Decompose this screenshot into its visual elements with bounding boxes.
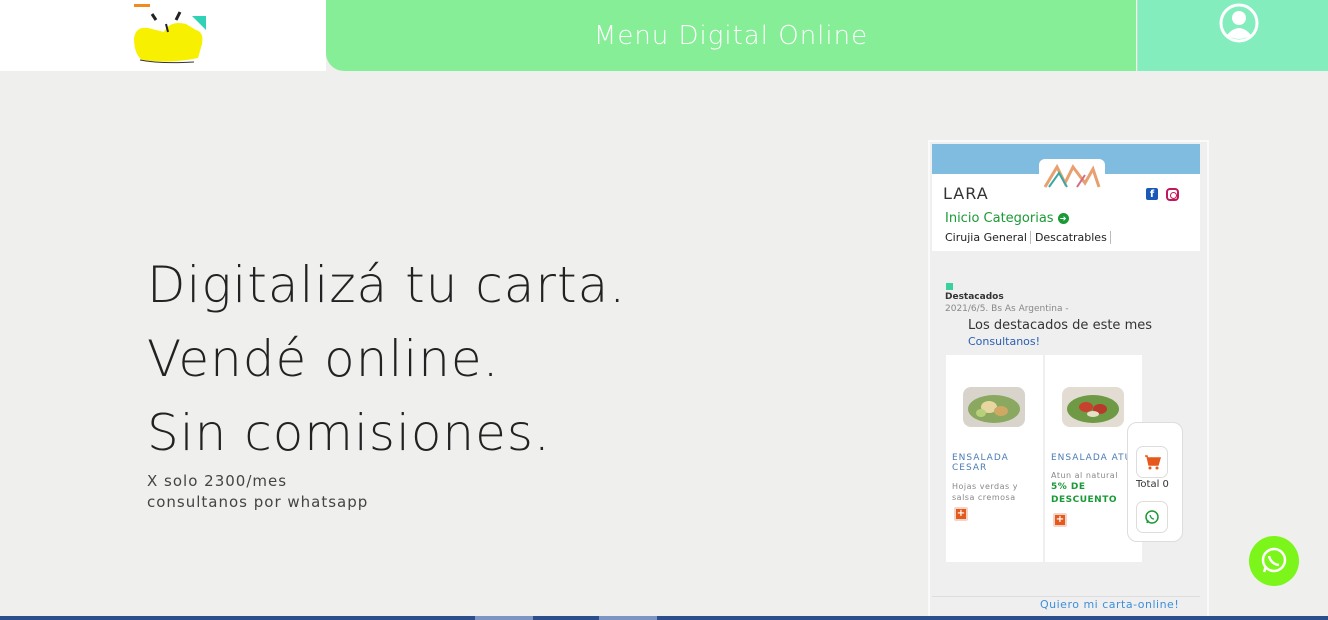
whatsapp-icon <box>1145 510 1159 524</box>
product-image <box>1062 387 1124 427</box>
header-logo-area <box>0 0 326 71</box>
featured-label: Destacados <box>945 292 1004 302</box>
product-card[interactable]: ENSALADA CESAR Hojas verdas y salsa crem… <box>946 355 1043 562</box>
preview-nav[interactable]: Inicio Categorias ➜ <box>945 211 1069 226</box>
preview-footer-divider <box>932 596 1200 597</box>
whatsapp-icon <box>1261 547 1287 573</box>
hero-headline-3: Sin comisiones. <box>147 404 551 462</box>
category-link[interactable]: Cirujia General <box>945 231 1031 244</box>
bottom-tab[interactable] <box>475 616 533 620</box>
user-area <box>1137 0 1328 71</box>
preview-footer-link[interactable]: Quiero mi carta-online! <box>1040 598 1179 611</box>
header-title-bar: Menu Digital Online <box>326 0 1136 71</box>
hero-contact: consultanos por whatsapp <box>147 493 369 511</box>
product-description: Atun al natural <box>1051 471 1118 480</box>
preview-categories: Cirujia General Descatrables <box>945 231 1115 244</box>
hero-price: X solo 2300/mes <box>147 472 288 490</box>
page-title: Menu Digital Online <box>593 20 869 51</box>
bottom-tab[interactable] <box>599 616 657 620</box>
bottom-bar <box>0 616 1328 620</box>
category-link[interactable]: Descatrables <box>1035 231 1111 244</box>
hero-headline-1: Digitalizá tu carta. <box>147 256 627 314</box>
product-image <box>963 387 1025 427</box>
cart-total: Total 0 <box>1136 479 1169 490</box>
featured-link[interactable]: Consultanos! <box>968 335 1040 348</box>
store-name: LARA <box>943 184 989 203</box>
add-to-cart-icon[interactable] <box>954 507 968 521</box>
featured-date: 2021/6/5. Bs As Argentina - <box>945 304 1069 314</box>
menu-preview: LARA f Inicio Categorias ➜ Cirujia Gener… <box>928 140 1209 620</box>
cart-widget: Total 0 <box>1127 422 1183 542</box>
brand-logo[interactable] <box>130 2 210 66</box>
featured-title: Los destacados de este mes <box>968 318 1152 333</box>
facebook-icon[interactable]: f <box>1146 188 1158 200</box>
whatsapp-float-button[interactable] <box>1249 536 1299 586</box>
add-to-cart-icon[interactable] <box>1053 513 1067 527</box>
product-name: ENSALADA CESAR <box>952 453 1009 473</box>
hero-headline-2: Vendé online. <box>147 330 500 388</box>
instagram-icon[interactable] <box>1166 188 1179 201</box>
preview-nav-label: Inicio Categorias <box>945 211 1054 226</box>
shopping-cart-icon <box>1145 455 1161 470</box>
cart-button[interactable] <box>1136 446 1168 478</box>
whatsapp-button[interactable] <box>1136 501 1168 533</box>
product-description: Hojas verdas y salsa cremosa <box>952 482 1018 502</box>
preview-logo <box>1039 159 1105 195</box>
user-account-icon[interactable] <box>1219 3 1259 43</box>
featured-marker-icon <box>946 283 953 290</box>
product-discount: 5% DE DESCUENTO <box>1051 482 1117 505</box>
arrow-right-icon: ➜ <box>1057 213 1069 224</box>
store-logo-icon <box>1043 163 1101 188</box>
